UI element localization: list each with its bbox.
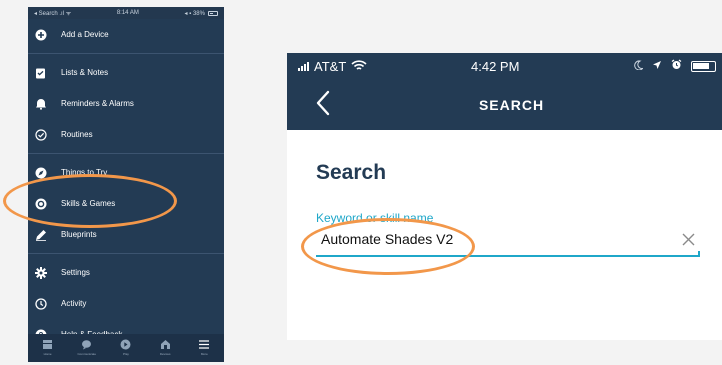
nav-label: Devices	[159, 352, 171, 356]
alarm-clock-icon	[671, 59, 682, 73]
left-status-carrier: ◂ Search .ıl ᯤ	[34, 11, 72, 17]
menu-item-label: Activity	[61, 299, 87, 308]
bottom-nav-bar: Home Communicate Play Devices More	[28, 334, 224, 362]
left-status-bar: ◂ Search .ıl ᯤ 8:14 AM ◂ ▪ 38%	[28, 7, 224, 19]
left-status-time: 8:14 AM	[116, 10, 139, 16]
devices-icon	[159, 338, 171, 350]
bell-icon	[34, 97, 47, 110]
menu-item-label: Settings	[61, 268, 90, 277]
right-status-time: 4:42 PM	[471, 59, 520, 74]
nav-label: More	[200, 352, 208, 356]
menu-icon	[198, 338, 210, 350]
page-title: Search	[316, 161, 387, 184]
menu-item-lists-notes[interactable]: Lists & Notes	[28, 57, 224, 88]
menu-item-settings[interactable]: Settings	[28, 257, 224, 288]
menu-item-reminders-alarms[interactable]: Reminders & Alarms	[28, 88, 224, 119]
menu-item-label: Add a Device	[61, 30, 109, 39]
menu-item-routines[interactable]: Routines	[28, 119, 224, 150]
pencil-icon	[34, 228, 47, 241]
gear-icon	[34, 266, 47, 279]
clock-icon	[34, 297, 47, 310]
status-icons	[634, 59, 716, 73]
left-status-battery-text: ◂ ▪ 38%	[184, 10, 205, 17]
plus-circle-icon	[34, 28, 47, 41]
nav-more[interactable]: More	[188, 338, 220, 356]
highlight-ellipse-search-value	[301, 218, 475, 275]
search-header: AT&T 4:42 PM SEARCH	[287, 53, 722, 130]
nav-label: Communicate	[77, 352, 97, 356]
nav-label: Play	[123, 352, 129, 356]
clear-icon[interactable]	[681, 232, 696, 247]
carrier-group: AT&T	[298, 59, 367, 74]
wifi-icon	[351, 59, 367, 74]
left-status-right: ◂ ▪ 38%	[185, 10, 218, 17]
moon-icon	[634, 59, 644, 73]
right-status-bar: AT&T 4:42 PM	[287, 53, 722, 79]
signal-icon	[298, 61, 309, 71]
header-title: SEARCH	[478, 97, 545, 113]
nav-play[interactable]: Play	[110, 338, 142, 356]
menu-divider	[28, 53, 224, 54]
nav-label: Home	[43, 352, 52, 356]
checkmark-circle-icon	[34, 128, 47, 141]
right-phone-search: AT&T 4:42 PM SEARCH Search Keyword or sk…	[287, 53, 722, 340]
menu-divider	[28, 153, 224, 154]
battery-icon	[691, 60, 716, 72]
menu-item-label: Lists & Notes	[61, 68, 109, 77]
menu-item-activity[interactable]: Activity	[28, 288, 224, 319]
home-icon	[42, 338, 54, 350]
menu-item-label: Reminders & Alarms	[61, 99, 134, 108]
carrier-name: AT&T	[314, 58, 347, 74]
menu-item-label: Routines	[61, 130, 93, 139]
chat-icon	[81, 338, 93, 350]
nav-devices[interactable]: Devices	[149, 338, 181, 356]
highlight-ellipse-skills	[3, 174, 177, 228]
play-icon	[120, 338, 132, 350]
menu-item-add-device[interactable]: Add a Device	[28, 19, 224, 50]
menu-item-label: Blueprints	[61, 230, 97, 239]
nav-communicate[interactable]: Communicate	[71, 338, 103, 356]
location-arrow-icon	[652, 60, 662, 73]
menu-divider	[28, 253, 224, 254]
nav-home[interactable]: Home	[32, 338, 64, 356]
clipboard-icon	[34, 66, 47, 79]
battery-icon	[207, 10, 218, 16]
